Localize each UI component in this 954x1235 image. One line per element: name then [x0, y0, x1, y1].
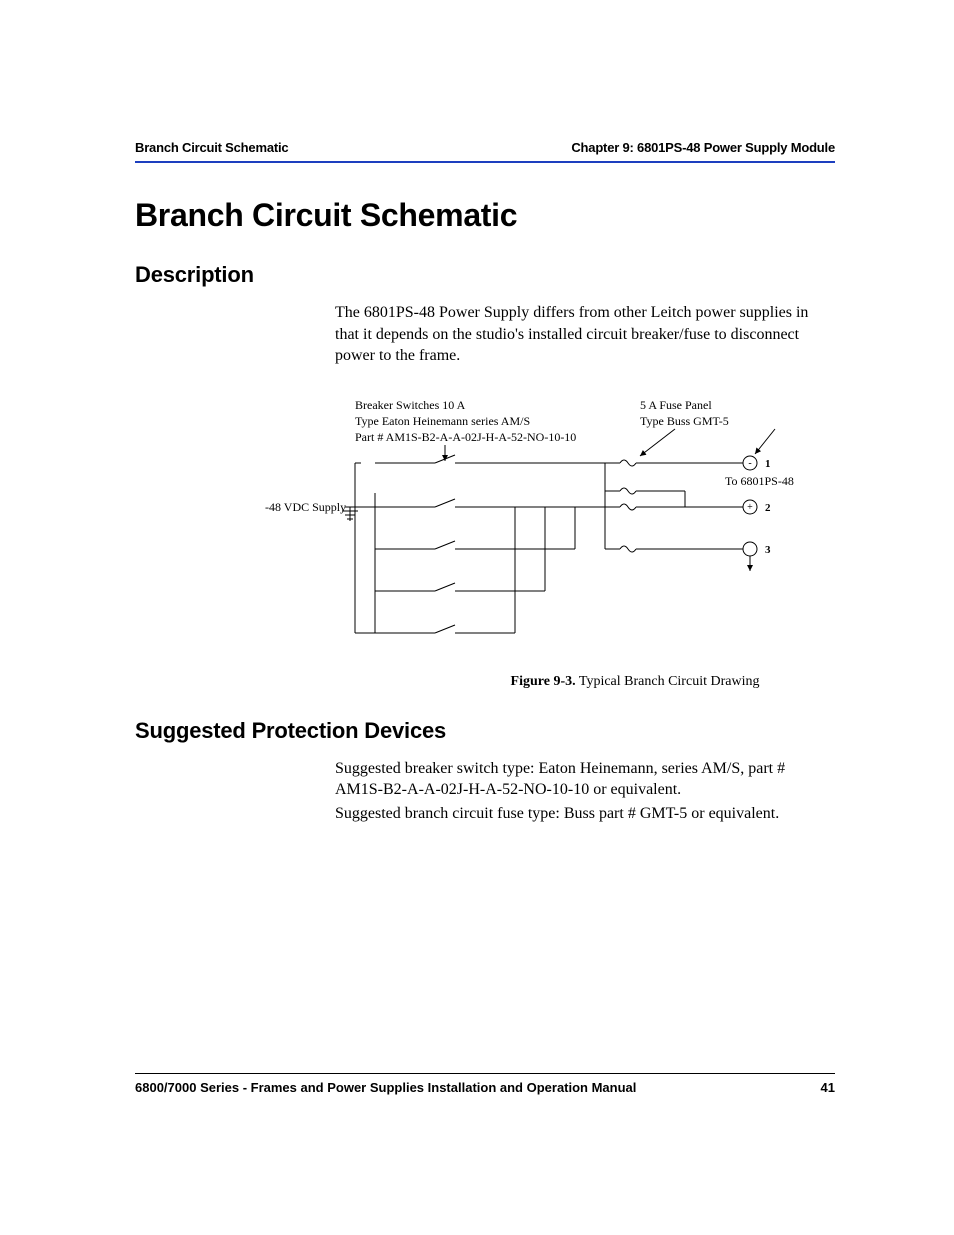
figure-caption: Figure 9-3. Typical Branch Circuit Drawi… — [435, 674, 835, 690]
lbl-breaker2: Type Eaton Heinemann series AM/S — [355, 414, 530, 428]
terminal-2-num: 2 — [765, 502, 771, 514]
devices-line1: Suggested breaker switch type: Eaton Hei… — [335, 758, 835, 801]
terminal-3-num: 3 — [765, 544, 771, 556]
section-devices-heading: Suggested Protection Devices — [135, 718, 835, 744]
branch-2 — [375, 499, 605, 507]
lbl-fuse1: 5 A Fuse Panel — [640, 398, 712, 412]
running-footer: 6800/7000 Series - Frames and Power Supp… — [135, 1073, 835, 1095]
branch-5 — [355, 625, 515, 633]
figure-9-3: Breaker Switches 10 A Type Eaton Heinema… — [265, 391, 835, 690]
schematic-diagram: Breaker Switches 10 A Type Eaton Heinema… — [265, 391, 835, 651]
lbl-fuse2: Type Buss GMT-5 — [640, 414, 729, 428]
header-right: Chapter 9: 6801PS-48 Power Supply Module — [571, 140, 835, 155]
figure-caption-text: Typical Branch Circuit Drawing — [579, 674, 760, 689]
terminal-1-num: 1 — [765, 458, 771, 470]
running-header: Branch Circuit Schematic Chapter 9: 6801… — [135, 140, 835, 163]
footer-left: 6800/7000 Series - Frames and Power Supp… — [135, 1080, 636, 1095]
footer-page-number: 41 — [821, 1080, 835, 1095]
branch-4 — [375, 583, 545, 591]
terminal-1-sign: - — [748, 458, 751, 469]
header-left: Branch Circuit Schematic — [135, 140, 288, 155]
lbl-to: To 6801PS-48 — [725, 474, 794, 488]
lbl-breaker1: Breaker Switches 10 A — [355, 398, 466, 412]
branch-1 — [375, 455, 605, 463]
lbl-supply: -48 VDC Supply — [265, 500, 346, 514]
lbl-breaker3: Part # AM1S-B2-A-A-02J-H-A-52-NO-10-10 — [355, 430, 576, 444]
page-title: Branch Circuit Schematic — [135, 197, 835, 234]
figure-number: Figure 9-3. — [511, 674, 576, 689]
devices-line2: Suggested branch circuit fuse type: Buss… — [335, 803, 835, 825]
terminal-3 — [743, 542, 757, 556]
terminal-2-sign: + — [747, 502, 753, 513]
description-body: The 6801PS-48 Power Supply differs from … — [335, 302, 835, 367]
section-description-heading: Description — [135, 262, 835, 288]
